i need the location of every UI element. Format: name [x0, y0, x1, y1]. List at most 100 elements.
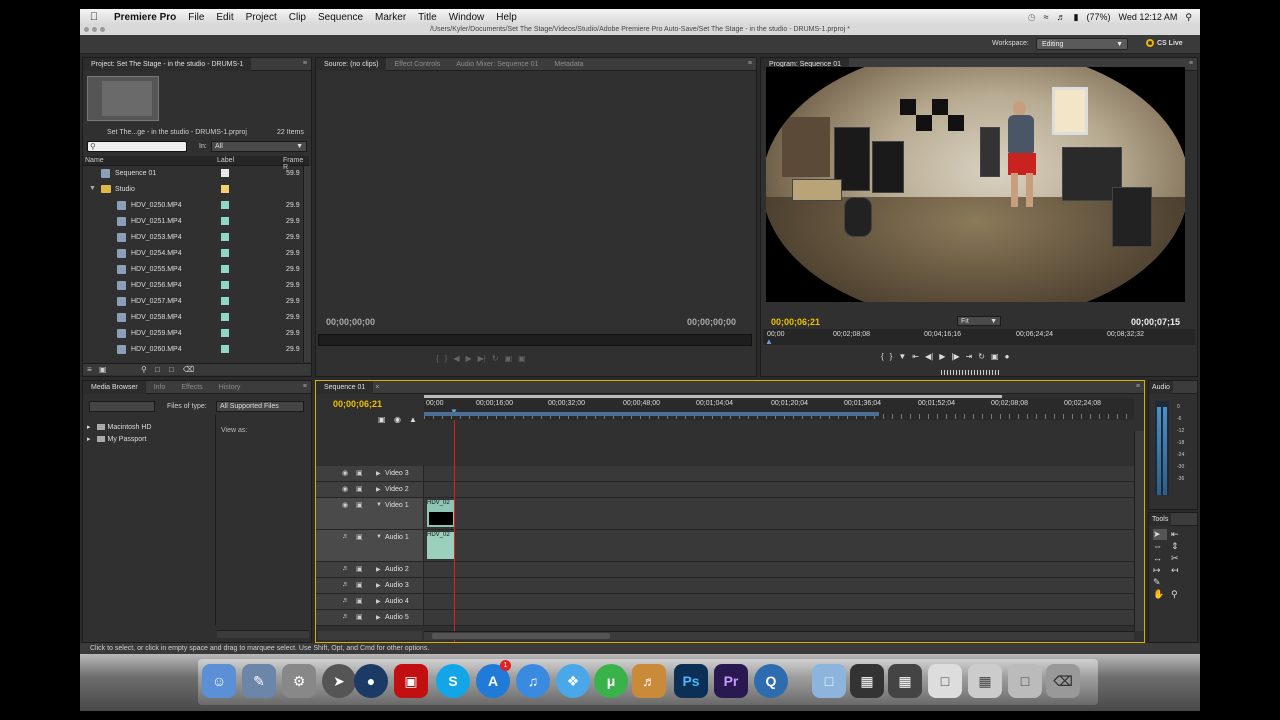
- app-menu[interactable]: Premiere Pro: [108, 12, 182, 23]
- new-bin-icon[interactable]: □: [155, 365, 160, 374]
- lock-icon[interactable]: ▣: [356, 597, 363, 605]
- loop-icon[interactable]: ↻: [492, 354, 499, 363]
- output-icon[interactable]: ●: [1005, 352, 1010, 361]
- tab-info[interactable]: Info: [146, 381, 174, 394]
- set-marker-icon[interactable]: ▼: [898, 352, 906, 361]
- eye-icon[interactable]: ◉: [342, 469, 348, 477]
- pictures-stack-icon[interactable]: □: [928, 664, 962, 698]
- step-forward-icon[interactable]: |▶: [951, 352, 959, 361]
- collapse-icon[interactable]: ▼: [376, 502, 382, 508]
- expand-icon[interactable]: ▶: [376, 598, 381, 605]
- tab-metadata[interactable]: Metadata: [546, 58, 591, 71]
- garageband-icon[interactable]: ♬: [632, 664, 666, 698]
- spotlight-search-icon[interactable]: ⚲: [1185, 12, 1192, 23]
- tab-sequence-01[interactable]: Sequence 01: [316, 381, 374, 394]
- project-item-clip[interactable]: HDV_0256.MP4 29.9: [83, 278, 309, 294]
- timeline-current-timecode[interactable]: 00;00;06;21: [333, 399, 382, 409]
- timeline-vertical-scrollbar[interactable]: [1134, 431, 1144, 631]
- cs-live-button[interactable]: CS Live: [1146, 39, 1183, 47]
- documents-folder-icon[interactable]: □: [1008, 664, 1042, 698]
- lock-icon[interactable]: ▣: [356, 501, 363, 509]
- trash-icon[interactable]: ⌫: [1046, 664, 1080, 698]
- desktop-stack-icon[interactable]: ▦: [968, 664, 1002, 698]
- project-item-clip[interactable]: HDV_0260.MP4 29.9: [83, 342, 309, 358]
- premiere-pro-icon[interactable]: Pr: [714, 664, 748, 698]
- set-encore-marker-icon[interactable]: ◉: [394, 415, 401, 424]
- quicktime-x-icon[interactable]: Q: [754, 664, 788, 698]
- utorrent-icon[interactable]: μ: [594, 664, 628, 698]
- speaker-icon[interactable]: ♬: [342, 565, 349, 572]
- set-marker-icon[interactable]: ▲: [409, 415, 417, 424]
- tab-source[interactable]: Source: (no clips): [316, 58, 387, 71]
- menu-sequence[interactable]: Sequence: [312, 12, 369, 23]
- label-swatch[interactable]: [221, 233, 229, 241]
- pen-tool-icon[interactable]: ✎: [1153, 577, 1167, 588]
- tab-project[interactable]: Project: Set The Stage - in the studio -…: [83, 58, 252, 71]
- expand-icon[interactable]: ▶: [376, 614, 381, 621]
- files-of-type-select[interactable]: All Supported Files: [216, 401, 304, 412]
- timeline-horizontal-scrollbar[interactable]: [424, 631, 1134, 640]
- label-swatch[interactable]: [221, 217, 229, 225]
- eye-icon[interactable]: ◉: [342, 485, 348, 493]
- razor-tool-icon[interactable]: ✂: [1171, 553, 1185, 564]
- expand-icon[interactable]: ▶: [376, 582, 381, 589]
- project-item-clip[interactable]: HDV_0251.MP4 29.9: [83, 214, 309, 230]
- new-item-icon[interactable]: □: [169, 365, 174, 374]
- timeline-zoom-slider[interactable]: [318, 631, 422, 640]
- menu-file[interactable]: File: [182, 12, 210, 23]
- label-swatch[interactable]: [221, 249, 229, 257]
- project-scrollbar[interactable]: [303, 166, 311, 362]
- slip-tool-icon[interactable]: ↦: [1153, 565, 1167, 576]
- downloads-folder-icon[interactable]: ▦: [850, 664, 884, 698]
- label-swatch[interactable]: [221, 265, 229, 273]
- timeline-zoom-bar[interactable]: [424, 412, 879, 416]
- close-window-icon[interactable]: [84, 27, 89, 32]
- find-icon[interactable]: ⚲: [141, 365, 147, 374]
- system-preferences-icon[interactable]: ⚙: [282, 664, 316, 698]
- wifi-icon[interactable]: ≈: [1044, 12, 1049, 22]
- source-time-ruler[interactable]: [318, 334, 752, 346]
- tab-effects[interactable]: Effects: [173, 381, 210, 394]
- menu-marker[interactable]: Marker: [369, 12, 412, 23]
- project-item-bin[interactable]: ▼ Studio: [83, 182, 309, 198]
- project-item-clip[interactable]: HDV_0253.MP4 29.9: [83, 230, 309, 246]
- project-item-clip[interactable]: HDV_0255.MP4 29.9: [83, 262, 309, 278]
- lock-icon[interactable]: ▣: [356, 533, 363, 541]
- safe-margins-icon[interactable]: ▣: [991, 352, 999, 361]
- play-icon[interactable]: ▶: [939, 352, 945, 361]
- overlay-icon[interactable]: ▣: [518, 354, 526, 363]
- program-jog-shuttle[interactable]: [941, 370, 999, 375]
- lock-icon[interactable]: ▣: [356, 485, 363, 493]
- project-item-clip[interactable]: HDV_0258.MP4 29.9: [83, 310, 309, 326]
- finder-icon[interactable]: ☺: [202, 664, 236, 698]
- drive-macintosh-hd[interactable]: ▸ Macintosh HD: [87, 423, 151, 431]
- lock-icon[interactable]: ▣: [356, 581, 363, 589]
- list-view-icon[interactable]: ≡: [87, 365, 92, 374]
- hand-tool-icon[interactable]: ✋: [1153, 589, 1167, 600]
- label-swatch[interactable]: [221, 185, 229, 193]
- zoom-tool-icon[interactable]: ⚲: [1171, 589, 1185, 600]
- tab-audio-meters[interactable]: Audio: [1149, 381, 1173, 394]
- clock[interactable]: Wed 12:12 AM: [1119, 12, 1178, 22]
- panel-menu-icon[interactable]: ≡: [303, 60, 307, 67]
- apple-menu-icon[interactable]: : [80, 11, 108, 23]
- project-item-clip[interactable]: HDV_0254.MP4 29.9: [83, 246, 309, 262]
- panel-menu-icon[interactable]: ≡: [1136, 383, 1140, 390]
- workspace-select[interactable]: Editing ▼: [1036, 38, 1128, 50]
- audio-clip[interactable]: HDV_02: [426, 531, 455, 560]
- zoom-window-icon[interactable]: [100, 27, 105, 32]
- launchpad-icon[interactable]: ➤: [322, 664, 356, 698]
- video-clip[interactable]: HDV_02: [426, 499, 455, 528]
- project-item-clip[interactable]: HDV_0259.MP4 29.9: [83, 326, 309, 342]
- minimize-window-icon[interactable]: [92, 27, 97, 32]
- rate-stretch-tool-icon[interactable]: ↔: [1153, 553, 1167, 564]
- preview-icon[interactable]: ✎: [242, 664, 276, 698]
- delete-icon[interactable]: ⌫: [183, 365, 194, 374]
- collapse-icon[interactable]: ▼: [376, 534, 382, 540]
- speaker-icon[interactable]: ♬: [342, 533, 349, 540]
- mark-in-icon[interactable]: {: [881, 352, 884, 361]
- timeline-empty-area[interactable]: [316, 428, 1144, 466]
- label-swatch[interactable]: [221, 169, 229, 177]
- timeline-time-ruler[interactable]: 00;00 00;00;16;00 00;00;32;00 00;00;48;0…: [424, 398, 1134, 420]
- menu-edit[interactable]: Edit: [210, 12, 239, 23]
